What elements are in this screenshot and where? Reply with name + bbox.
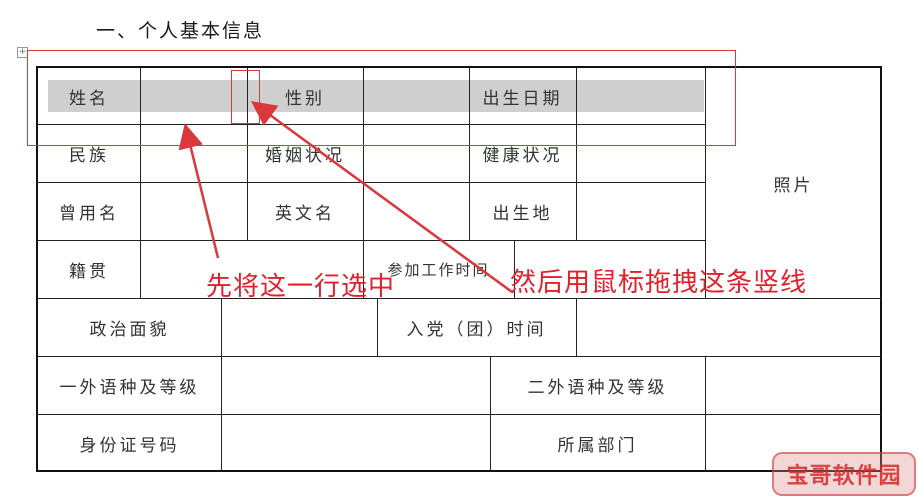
label-english-name: 英文名 (275, 203, 335, 224)
col-divider (576, 298, 577, 356)
col-divider (705, 356, 706, 472)
label-first-language: 一外语种及等级 (59, 377, 200, 398)
label-second-language: 二外语种及等级 (527, 377, 668, 398)
vertical-line-box (231, 70, 260, 124)
watermark-logo: 宝哥软件园 (772, 452, 916, 496)
annotation-step1: 先将这一行选中 (206, 272, 396, 302)
label-party-join-time: 入党（团）时间 (406, 319, 547, 340)
annotation-step2: 然后用鼠标拖拽这条竖线 (510, 268, 808, 298)
label-political-status: 政治面貌 (89, 319, 170, 340)
label-former-name: 曾用名 (59, 203, 119, 224)
section-heading: 一、个人基本信息 (96, 20, 265, 42)
label-birthplace: 出生地 (492, 203, 553, 224)
col-divider (221, 298, 222, 472)
label-id-number: 身份证号码 (79, 435, 180, 456)
label-native-place: 籍贯 (69, 261, 109, 282)
label-department: 所属部门 (557, 435, 638, 456)
row-selection-box (27, 50, 736, 146)
